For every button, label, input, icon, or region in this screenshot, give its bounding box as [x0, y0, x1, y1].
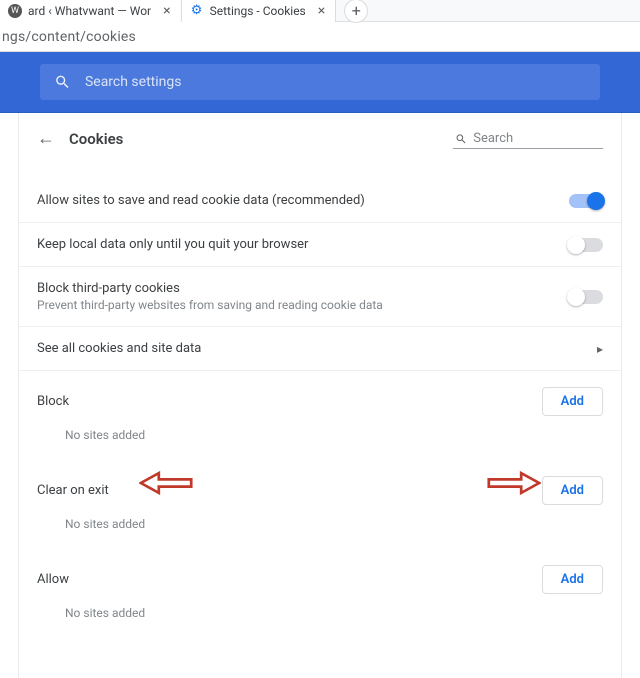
section-block: Block Add — [19, 371, 621, 422]
new-tab-button[interactable]: + — [344, 0, 368, 23]
browser-tab[interactable]: ⚙ Settings - Cookies × — [182, 0, 337, 22]
row-see-all-cookies[interactable]: See all cookies and site data ▸ — [19, 327, 621, 371]
page-title: Cookies — [69, 130, 453, 148]
close-icon[interactable]: × — [163, 3, 170, 19]
add-allow-site-button[interactable]: Add — [542, 565, 603, 594]
setting-sublabel: Prevent third-party websites from saving… — [37, 298, 383, 312]
tab-title: Settings - Cookies — [210, 4, 306, 18]
address-bar-row: ngs/content/cookies — [0, 22, 640, 52]
settings-header-bar — [0, 52, 640, 113]
toggle-keep-local[interactable] — [569, 238, 603, 252]
back-arrow-icon[interactable]: ← — [37, 130, 69, 148]
page-search-input[interactable] — [473, 131, 601, 146]
annotation-arrow-left — [139, 470, 193, 496]
row-allow-save-cookies: Allow sites to save and read cookie data… — [19, 179, 621, 223]
page-search[interactable] — [453, 129, 603, 149]
section-title: Clear on exit — [37, 483, 109, 498]
setting-label: Block third-party cookies — [37, 281, 383, 296]
search-icon — [455, 132, 467, 146]
browser-tab-strip: W ard ‹ Whatvwant — Wor × ⚙ Settings - C… — [0, 0, 640, 22]
setting-label: Keep local data only until you quit your… — [37, 237, 308, 252]
section-title: Allow — [37, 572, 69, 587]
favicon-gear-icon: ⚙ — [190, 4, 204, 18]
section-clear-on-exit: Clear on exit Add — [19, 460, 621, 511]
chevron-right-icon: ▸ — [597, 342, 603, 356]
setting-label: See all cookies and site data — [37, 341, 201, 356]
cookies-panel: ← Cookies Allow sites to save and read c… — [18, 113, 622, 678]
row-block-third-party: Block third-party cookies Prevent third-… — [19, 267, 621, 327]
setting-label: Allow sites to save and read cookie data… — [37, 193, 365, 208]
toggle-allow-save[interactable] — [569, 194, 603, 208]
close-icon[interactable]: × — [318, 3, 325, 19]
search-icon — [54, 73, 71, 91]
tab-title: ard ‹ Whatvwant — Wor — [28, 4, 151, 18]
block-empty-text: No sites added — [19, 422, 621, 460]
clear-on-exit-empty-text: No sites added — [19, 511, 621, 549]
toggle-block-third-party[interactable] — [569, 290, 603, 304]
annotation-arrow-right — [487, 470, 541, 496]
allow-empty-text: No sites added — [19, 600, 621, 638]
section-allow: Allow Add — [19, 549, 621, 600]
address-bar[interactable]: ngs/content/cookies — [0, 29, 136, 45]
add-block-site-button[interactable]: Add — [542, 387, 603, 416]
settings-search[interactable] — [40, 64, 600, 100]
section-title: Block — [37, 394, 69, 409]
browser-tab[interactable]: W ard ‹ Whatvwant — Wor × — [0, 0, 182, 22]
favicon-wordpress: W — [8, 4, 22, 18]
add-clear-on-exit-site-button[interactable]: Add — [542, 476, 603, 505]
settings-search-input[interactable] — [85, 74, 586, 90]
row-keep-local: Keep local data only until you quit your… — [19, 223, 621, 267]
